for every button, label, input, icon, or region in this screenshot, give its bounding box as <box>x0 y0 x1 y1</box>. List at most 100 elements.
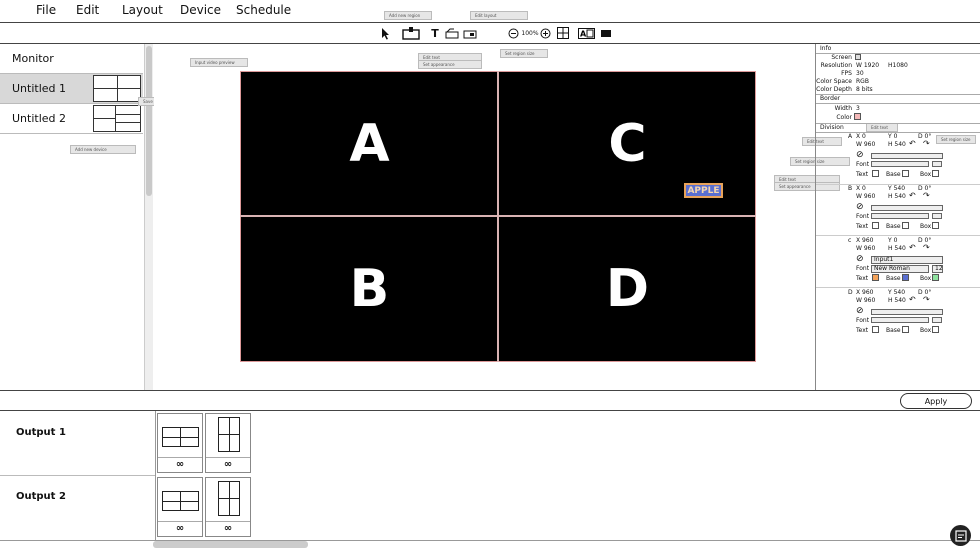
text-color-swatch[interactable] <box>872 170 879 177</box>
font-size-field[interactable] <box>932 213 942 219</box>
division-w[interactable]: W 960 <box>856 297 875 304</box>
input-select[interactable] <box>871 309 943 315</box>
record-icon[interactable] <box>600 26 612 40</box>
base-color-swatch[interactable] <box>902 274 909 281</box>
division-x[interactable]: X 0 <box>856 185 866 192</box>
input-select[interactable] <box>871 205 943 211</box>
division-w[interactable]: W 960 <box>856 141 875 148</box>
sidebar-item-monitor[interactable]: Monitor <box>0 44 143 74</box>
box-color-swatch[interactable] <box>932 222 939 229</box>
font-select[interactable]: New Roman <box>871 265 929 273</box>
base-color-swatch[interactable] <box>902 222 909 229</box>
grid-icon[interactable] <box>556 26 570 40</box>
division-h[interactable]: H 540 <box>888 193 906 200</box>
sidebar-item-label: Untitled 2 <box>12 112 67 125</box>
visibility-off-icon[interactable]: ⊘ <box>856 254 864 264</box>
division-w[interactable]: W 960 <box>856 193 875 200</box>
division-x[interactable]: X 960 <box>856 237 873 244</box>
horizontal-scroll-thumb[interactable] <box>153 541 308 548</box>
region-a[interactable]: A <box>241 72 498 216</box>
box-color-swatch[interactable] <box>932 326 939 333</box>
text-tool-icon[interactable]: T <box>430 26 440 40</box>
division-x[interactable]: X 0 <box>856 133 866 140</box>
division-y[interactable]: Y 0 <box>888 237 897 244</box>
division-y[interactable]: Y 540 <box>888 289 905 296</box>
box-color-swatch[interactable] <box>932 274 939 281</box>
region-size-icon[interactable] <box>463 26 477 40</box>
base-color-swatch[interactable] <box>902 170 909 177</box>
input-select[interactable] <box>871 153 943 159</box>
border-width-value[interactable]: 3 <box>856 105 860 112</box>
rotate-right-icon[interactable]: ↷ <box>923 191 930 200</box>
font-select[interactable] <box>871 317 929 323</box>
menu-device[interactable]: Device <box>180 3 221 17</box>
pointer-icon[interactable] <box>380 26 390 40</box>
font-size-field[interactable]: 12 <box>932 265 943 273</box>
division-item-b: B X 0 Y 540 D 0° W 960 H 540 ↶ ↷ ⊘ Font … <box>816 185 980 235</box>
region-d[interactable]: D <box>499 217 756 361</box>
output-1-layout-split[interactable]: ∞ <box>205 413 251 473</box>
division-y[interactable]: Y 540 <box>888 185 905 192</box>
color-depth-label: Color Depth <box>816 86 852 93</box>
text-label: Text <box>856 171 869 178</box>
output-2-layout-split[interactable]: ∞ <box>205 477 251 537</box>
box-label: Box <box>920 327 932 334</box>
rotate-right-icon[interactable]: ↷ <box>923 295 930 304</box>
division-x[interactable]: X 960 <box>856 289 873 296</box>
add-region-icon[interactable] <box>402 26 420 40</box>
text-color-swatch[interactable] <box>872 326 879 333</box>
box-color-swatch[interactable] <box>932 170 939 177</box>
rotate-right-icon[interactable]: ↷ <box>923 243 930 252</box>
zoom-in-icon[interactable] <box>539 26 551 40</box>
sidebar-item-label: Monitor <box>12 52 54 65</box>
font-select[interactable] <box>871 213 929 219</box>
infinity-icon: ∞ <box>158 521 202 534</box>
division-h[interactable]: H 540 <box>888 297 906 304</box>
font-size-field[interactable] <box>932 161 942 167</box>
output-2-layout-quad[interactable]: ∞ <box>157 477 203 537</box>
rotate-left-icon[interactable]: ↶ <box>909 295 916 304</box>
menu-schedule[interactable]: Schedule <box>236 3 291 17</box>
font-select[interactable] <box>871 161 929 167</box>
layout-sidebar: Monitor Untitled 1 Untitled 2 <box>0 44 153 390</box>
menu-file[interactable]: File <box>36 3 56 17</box>
text-label: Text <box>856 223 869 230</box>
zoom-out-icon[interactable] <box>507 26 519 40</box>
text-color-swatch[interactable] <box>872 222 879 229</box>
text-color-swatch[interactable] <box>872 274 879 281</box>
rotate-left-icon[interactable]: ↶ <box>909 139 916 148</box>
screen-selector-icon[interactable] <box>855 54 861 60</box>
border-color-swatch[interactable] <box>854 113 861 120</box>
screen-capture-icon[interactable] <box>950 525 971 546</box>
menu-edit[interactable]: Edit <box>76 3 99 17</box>
rotate-left-icon[interactable]: ↶ <box>909 243 916 252</box>
sidebar-scroll-thumb[interactable] <box>146 46 152 196</box>
visibility-off-icon[interactable]: ⊘ <box>856 306 864 316</box>
rotate-left-icon[interactable]: ↶ <box>909 191 916 200</box>
resolution-label: Resolution <box>820 62 852 69</box>
division-title: Division <box>820 124 844 131</box>
menu-layout[interactable]: Layout <box>122 3 163 17</box>
toolbar: T 100% A <box>0 23 980 44</box>
input-select[interactable]: Input1 <box>871 256 943 264</box>
infinity-icon: ∞ <box>158 457 202 470</box>
visibility-off-icon[interactable]: ⊘ <box>856 202 864 212</box>
division-id: B <box>848 185 853 192</box>
base-color-swatch[interactable] <box>902 326 909 333</box>
division-h[interactable]: H 540 <box>888 141 906 148</box>
text-overlay-tag[interactable]: APPLE <box>684 183 723 198</box>
font-label: Font <box>856 265 870 272</box>
text-box-icon[interactable]: A <box>577 26 595 40</box>
appearance-icon[interactable] <box>445 26 459 40</box>
output-1-layout-quad[interactable]: ∞ <box>157 413 203 473</box>
sidebar-item-untitled-2[interactable]: Untitled 2 <box>0 104 143 134</box>
region-b[interactable]: B <box>241 217 498 361</box>
rotate-right-icon[interactable]: ↷ <box>923 139 930 148</box>
division-y[interactable]: Y 0 <box>888 133 897 140</box>
font-size-field[interactable] <box>932 317 942 323</box>
visibility-off-icon[interactable]: ⊘ <box>856 150 864 160</box>
division-w[interactable]: W 960 <box>856 245 875 252</box>
apply-button[interactable]: Apply <box>900 393 972 409</box>
sidebar-item-untitled-1[interactable]: Untitled 1 <box>0 74 143 104</box>
division-h[interactable]: H 540 <box>888 245 906 252</box>
